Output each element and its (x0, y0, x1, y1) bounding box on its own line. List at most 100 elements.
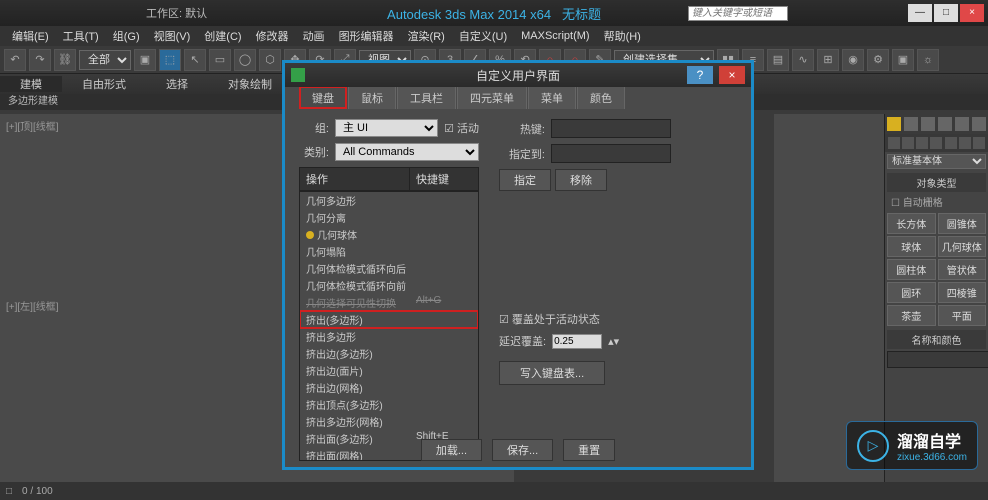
utilities-tab-icon[interactable] (972, 117, 986, 131)
primitive-button[interactable]: 茶壶 (887, 305, 936, 326)
primitive-button[interactable]: 平面 (938, 305, 987, 326)
list-item[interactable]: 挤出多边形(网格) (300, 413, 478, 430)
list-item[interactable]: 挤出边(网格) (300, 379, 478, 396)
motion-tab-icon[interactable] (938, 117, 952, 131)
ribbon-tab[interactable]: 建模 (0, 76, 62, 92)
list-item[interactable]: 几何体检模式循环向前 (300, 277, 478, 294)
lights-cat-icon[interactable] (916, 137, 928, 149)
modify-tab-icon[interactable] (904, 117, 918, 131)
list-item[interactable]: 挤出顶点(多边形) (300, 396, 478, 413)
maximize-button[interactable]: □ (934, 4, 958, 22)
hotkey-input[interactable] (551, 119, 671, 138)
menu-item[interactable]: 修改器 (250, 28, 295, 44)
select-icon[interactable]: ▣ (134, 49, 156, 71)
geometry-cat-icon[interactable] (888, 137, 900, 149)
dialog-tab[interactable]: 鼠标 (348, 86, 396, 109)
render-setup-icon[interactable]: ⚙ (867, 49, 889, 71)
layer-select[interactable]: 全部 (79, 50, 131, 70)
undo-icon[interactable]: ↶ (4, 49, 26, 71)
dialog-help-button[interactable]: ? (687, 66, 713, 84)
display-tab-icon[interactable] (955, 117, 969, 131)
primitive-button[interactable]: 球体 (887, 236, 936, 257)
render-frame-icon[interactable]: ▣ (892, 49, 914, 71)
search-input[interactable] (688, 6, 788, 21)
ribbon-tab[interactable]: 自由形式 (62, 76, 146, 92)
layer-icon[interactable]: ▤ (767, 49, 789, 71)
list-item[interactable]: 几何球体 (300, 226, 478, 243)
menu-item[interactable]: 组(G) (107, 28, 146, 44)
menubar[interactable]: 编辑(E)工具(T)组(G)视图(V)创建(C)修改器动画图形编辑器渲染(R)自… (0, 26, 988, 46)
redo-icon[interactable]: ↷ (29, 49, 51, 71)
assign-button[interactable]: 指定 (499, 169, 551, 191)
menu-item[interactable]: 帮助(H) (598, 28, 647, 44)
overwrite-checkbox[interactable]: ☑ 覆盖处于活动状态 (499, 311, 737, 327)
action-column-header[interactable]: 操作 (300, 168, 410, 190)
object-type-rollout[interactable]: 对象类型 (887, 173, 986, 192)
autogrid-checkbox[interactable]: ☐ 自动栅格 (887, 192, 986, 211)
name-color-rollout[interactable]: 名称和颜色 (887, 330, 986, 349)
help-search[interactable] (688, 6, 788, 21)
dialog-titlebar[interactable]: 自定义用户界面 ? × (285, 63, 751, 87)
dialog-tab[interactable]: 颜色 (577, 86, 625, 109)
schematic-icon[interactable]: ⊞ (817, 49, 839, 71)
primitive-button[interactable]: 管状体 (938, 259, 987, 280)
hotkey-column-header[interactable]: 快捷键 (410, 168, 455, 190)
rect-select-icon[interactable]: ▭ (209, 49, 231, 71)
remove-button[interactable]: 移除 (555, 169, 607, 191)
action-list[interactable]: 几何多边形几何分离几何球体几何塌陷几何体检模式循环向后几何体检模式循环向前几何选… (299, 191, 479, 461)
fence-icon[interactable]: ⬡ (259, 49, 281, 71)
menu-item[interactable]: 图形编辑器 (333, 28, 400, 44)
material-icon[interactable]: ◉ (842, 49, 864, 71)
menu-item[interactable]: 动画 (297, 28, 331, 44)
menu-item[interactable]: 创建(C) (198, 28, 247, 44)
list-item[interactable]: 几何多边形 (300, 192, 478, 209)
menu-item[interactable]: MAXScript(M) (515, 30, 595, 42)
list-item[interactable]: 挤出(多边形) (300, 311, 478, 328)
dialog-close-button[interactable]: × (719, 66, 745, 84)
menu-item[interactable]: 渲染(R) (402, 28, 451, 44)
menu-item[interactable]: 自定义(U) (453, 28, 513, 44)
status-icon[interactable]: □ (6, 486, 12, 497)
ribbon-tab[interactable]: 对象绘制 (208, 76, 292, 92)
active-checkbox[interactable]: ☑ 活动 (444, 120, 479, 136)
close-button[interactable]: × (960, 4, 984, 22)
viewport-label-top[interactable]: [+][顶][线框] (6, 118, 59, 133)
dialog-tab[interactable]: 键盘 (299, 86, 347, 109)
primitive-type-select[interactable]: 标准基本体 (887, 154, 986, 169)
dialog-tab[interactable]: 菜单 (528, 86, 576, 109)
primitive-button[interactable]: 圆锥体 (938, 213, 987, 234)
render-icon[interactable]: ☼ (917, 49, 939, 71)
primitive-button[interactable]: 圆环 (887, 282, 936, 303)
minimize-button[interactable]: — (908, 4, 932, 22)
list-item[interactable]: 几何体检模式循环向后 (300, 260, 478, 277)
primitive-button[interactable]: 四棱锥 (938, 282, 987, 303)
delay-spinner[interactable] (552, 334, 602, 349)
lasso-icon[interactable]: ◯ (234, 49, 256, 71)
cameras-cat-icon[interactable] (930, 137, 942, 149)
shapes-cat-icon[interactable] (902, 137, 914, 149)
list-item[interactable]: 挤出边(多边形) (300, 345, 478, 362)
dialog-tab[interactable]: 工具栏 (397, 86, 456, 109)
list-item[interactable]: 几何塌陷 (300, 243, 478, 260)
space-cat-icon[interactable] (959, 137, 971, 149)
menu-item[interactable]: 视图(V) (148, 28, 197, 44)
select-object-icon[interactable]: ⬚ (159, 49, 181, 71)
list-item[interactable]: 几何分离 (300, 209, 478, 226)
group-select[interactable]: 主 UI (335, 119, 438, 137)
write-keyboard-button[interactable]: 写入键盘表... (499, 361, 605, 385)
menu-item[interactable]: 编辑(E) (6, 28, 55, 44)
helpers-cat-icon[interactable] (945, 137, 957, 149)
create-tab-icon[interactable] (887, 117, 901, 131)
list-item[interactable]: 挤出边(面片) (300, 362, 478, 379)
viewport-label-left[interactable]: [+][左][线框] (6, 298, 59, 313)
list-item[interactable]: 几何选择可见性切换Alt+G (300, 294, 478, 311)
cursor-icon[interactable]: ↖ (184, 49, 206, 71)
menu-item[interactable]: 工具(T) (57, 28, 105, 44)
category-select[interactable]: All Commands (335, 143, 479, 161)
object-name-input[interactable] (887, 351, 988, 368)
workspace-label[interactable]: 工作区: 默认 (146, 5, 207, 21)
ribbon-tab[interactable]: 选择 (146, 76, 208, 92)
primitive-button[interactable]: 长方体 (887, 213, 936, 234)
reset-button[interactable]: 重置 (563, 439, 615, 461)
primitive-button[interactable]: 圆柱体 (887, 259, 936, 280)
